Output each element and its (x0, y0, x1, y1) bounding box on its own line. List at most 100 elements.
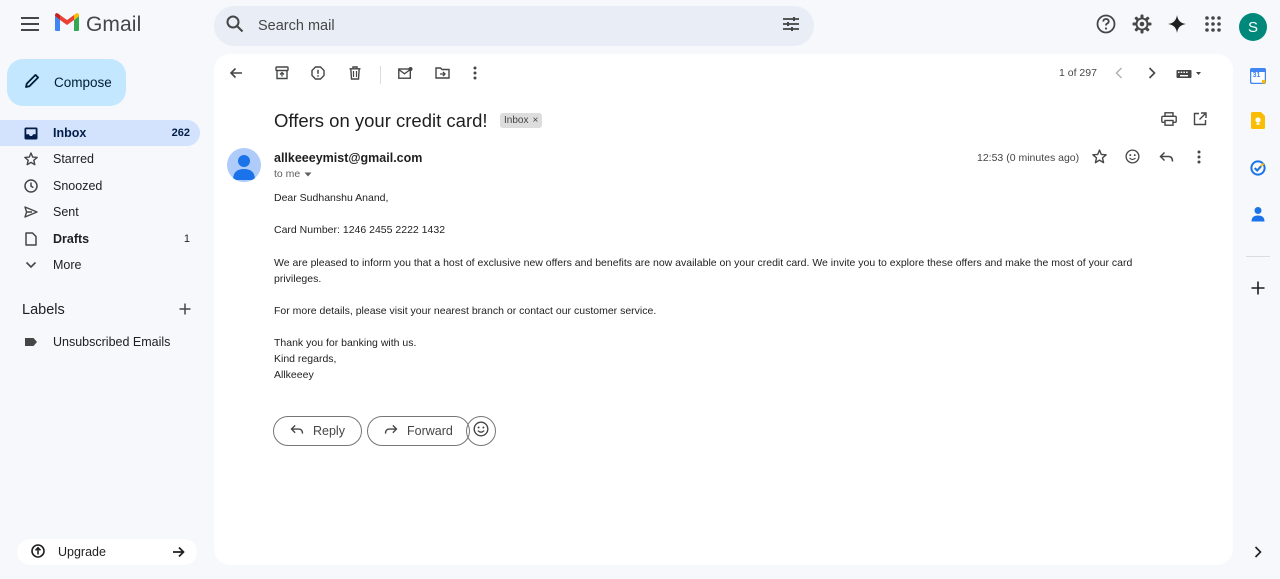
label-tag-icon (24, 335, 38, 349)
gemini-button[interactable] (1163, 12, 1191, 40)
gemini-sparkle-icon (1168, 14, 1186, 38)
gmail-logo[interactable]: Gmail (54, 12, 141, 37)
emoji-icon (473, 420, 489, 442)
archive-icon (275, 65, 289, 85)
move-to-folder-icon (434, 66, 450, 84)
body-card-number: Card Number: 1246 2455 2222 1432 (274, 224, 446, 236)
nav-item-drafts[interactable]: Drafts 1 (0, 226, 200, 252)
star-message-button[interactable] (1089, 149, 1109, 169)
side-panel-divider (1246, 256, 1270, 257)
input-tools-button[interactable] (1174, 64, 1204, 86)
calendar-app-button[interactable]: 31 (1248, 66, 1268, 86)
search-options-icon[interactable] (782, 16, 800, 37)
recipient-details[interactable]: to me (274, 168, 312, 180)
emoji-icon (1124, 149, 1140, 169)
emoji-reaction-button[interactable] (466, 416, 496, 446)
mark-unread-button[interactable] (394, 64, 416, 86)
inbox-chip-label: Inbox (504, 115, 529, 126)
body-closing-regards: Kind regards, (274, 353, 337, 365)
nav-item-starred[interactable]: Starred (0, 146, 200, 172)
upgrade-icon (31, 543, 45, 561)
main-menu-button[interactable] (14, 10, 46, 42)
gmail-wordmark: Gmail (86, 12, 142, 36)
inbox-unread-count: 262 (171, 127, 190, 139)
draft-icon (24, 232, 38, 246)
archive-button[interactable] (271, 64, 293, 86)
get-addons-button[interactable] (1248, 280, 1268, 300)
delete-button[interactable] (344, 64, 366, 86)
back-button[interactable] (225, 64, 247, 86)
nav-item-sent[interactable]: Sent (0, 199, 200, 225)
pagination-label: 1 of 297 (1059, 67, 1097, 79)
add-addon-icon (1251, 281, 1265, 300)
newer-button[interactable] (1108, 64, 1130, 86)
report-spam-button[interactable] (307, 64, 329, 86)
open-new-window-button[interactable] (1189, 110, 1211, 132)
remove-label-icon[interactable]: × (532, 115, 538, 126)
more-vert-icon (1197, 150, 1201, 169)
settings-button[interactable] (1128, 12, 1156, 40)
message-timestamp: 12:53 (0 minutes ago) (977, 152, 1080, 164)
gmail-m-icon (54, 12, 80, 37)
nav-label-drafts: Drafts (53, 232, 90, 246)
inbox-label-chip[interactable]: Inbox × (500, 113, 543, 128)
nav-item-snoozed[interactable]: Snoozed (0, 173, 200, 199)
print-all-button[interactable] (1158, 110, 1180, 132)
message-subject: Offers on your credit card! (274, 110, 488, 131)
arrow-right-icon (172, 546, 185, 558)
compose-label: Compose (54, 75, 112, 90)
prev-chevron-icon (1115, 66, 1123, 84)
message-more-button[interactable] (1189, 149, 1209, 169)
nav-item-inbox[interactable]: Inbox 262 (0, 120, 200, 146)
plus-icon (179, 302, 191, 320)
nav-item-more[interactable]: More (0, 252, 200, 278)
report-spam-icon (311, 65, 325, 85)
body-signature: Allkeeey (274, 369, 314, 381)
settings-gear-icon (1132, 14, 1152, 39)
sender-avatar[interactable] (227, 148, 261, 182)
body-closing-thanks: Thank you for banking with us. (274, 337, 417, 349)
forward-label: Forward (407, 424, 453, 438)
more-vert-icon (473, 66, 477, 85)
nav-label-more: More (53, 258, 82, 272)
nav-label-snoozed: Snoozed (53, 179, 103, 193)
compose-button[interactable]: Compose (7, 59, 126, 106)
body-greeting: Dear Sudhanshu Anand, (274, 192, 389, 204)
upgrade-button[interactable]: Upgrade (17, 539, 197, 565)
back-arrow-icon (229, 66, 243, 84)
forward-button[interactable]: Forward (367, 416, 470, 446)
drafts-count: 1 (183, 233, 190, 245)
send-icon (24, 205, 38, 219)
sender-email[interactable]: allkeeeymist@gmail.com (274, 151, 422, 165)
account-avatar[interactable]: S (1239, 13, 1267, 41)
keep-app-button[interactable] (1248, 112, 1268, 133)
older-button[interactable] (1141, 64, 1163, 86)
add-reaction-button[interactable] (1122, 149, 1142, 169)
more-options-button[interactable] (464, 64, 486, 86)
reply-icon-button[interactable] (1156, 149, 1176, 169)
delete-trash-icon (349, 65, 361, 85)
contacts-app-button[interactable] (1248, 206, 1268, 226)
search-bar[interactable]: Search mail (214, 6, 814, 46)
apps-grid-icon (1205, 15, 1221, 37)
label-item-unsubscribed-emails[interactable]: Unsubscribed Emails (0, 329, 200, 355)
nav-label-sent: Sent (53, 205, 79, 219)
inbox-icon (24, 126, 38, 140)
mark-unread-icon (397, 66, 413, 84)
support-button[interactable] (1092, 12, 1120, 40)
create-label-button[interactable] (176, 302, 194, 320)
google-apps-button[interactable] (1199, 12, 1227, 40)
tasks-app-button[interactable] (1248, 159, 1268, 180)
expand-panel-icon (1254, 545, 1262, 563)
body-paragraph-offers: We are pleased to inform you that a host… (274, 257, 1133, 285)
star-outline-icon (1091, 149, 1107, 169)
body-paragraph-details: For more details, please visit your near… (274, 305, 657, 317)
forward-arrow-icon (384, 424, 398, 438)
reply-button[interactable]: Reply (273, 416, 362, 446)
reply-arrow-icon (1158, 150, 1174, 168)
move-to-button[interactable] (431, 64, 453, 86)
keyboard-icon (1176, 66, 1202, 84)
show-side-panel-button[interactable] (1248, 544, 1268, 564)
search-icon[interactable] (226, 15, 244, 38)
search-input[interactable]: Search mail (258, 18, 782, 34)
